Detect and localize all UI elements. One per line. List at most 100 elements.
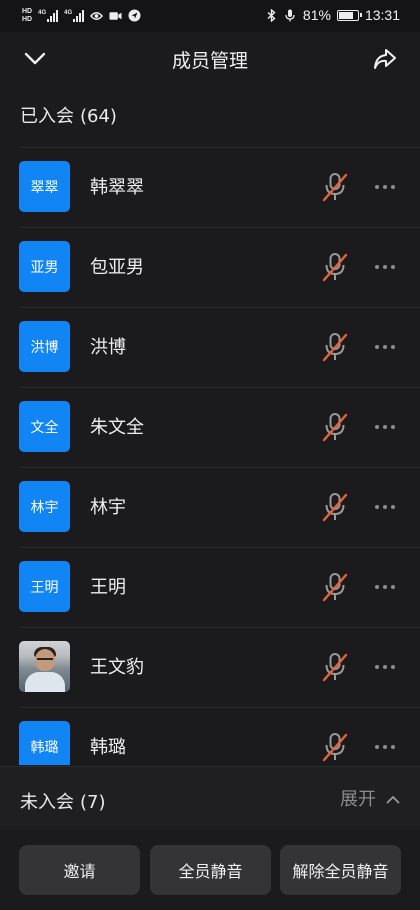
more-options-icon[interactable] [370, 415, 400, 439]
more-dot [383, 265, 387, 269]
more-dot [391, 265, 395, 269]
more-dot [383, 425, 387, 429]
member-name: 王文豹 [90, 657, 144, 678]
avatar[interactable]: 林宇 [19, 481, 70, 532]
member-name: 林宇 [90, 497, 126, 518]
more-dot [391, 345, 395, 349]
more-dot [375, 745, 379, 749]
not-joined-label: 未入会 [20, 792, 74, 813]
mute-all-button[interactable]: 全员静音 [150, 845, 271, 895]
member-row[interactable]: 韩璐 韩璐 [0, 707, 420, 765]
header: 成员管理 [0, 32, 420, 86]
mic-muted-icon[interactable] [320, 411, 350, 443]
more-dot [375, 425, 379, 429]
member-name: 朱文全 [90, 417, 144, 438]
avatar-text: 林宇 [30, 499, 59, 516]
more-options-icon[interactable] [370, 175, 400, 199]
joined-label: 已入会 [20, 106, 74, 127]
avatar[interactable]: 文全 [19, 401, 70, 452]
avatar-text: 洪博 [30, 339, 59, 356]
member-name: 韩璐 [90, 737, 126, 758]
mic-muted-icon[interactable] [320, 171, 350, 203]
hd-top-label: HD [22, 8, 33, 15]
more-dot [375, 265, 379, 269]
eye-icon [90, 9, 104, 22]
signal-bars-1-icon [47, 9, 59, 22]
bluetooth-icon [265, 8, 278, 22]
more-dot [383, 185, 387, 189]
mic-icon [284, 9, 297, 22]
mic-muted-icon[interactable] [320, 651, 350, 683]
more-options-icon[interactable] [370, 255, 400, 279]
signal-bars-2-icon [73, 9, 85, 22]
member-row[interactable]: 林宇 林宇 [0, 467, 420, 547]
expand-label: 展开 [340, 789, 376, 810]
expand-button[interactable]: 展开 [340, 785, 400, 811]
avatar[interactable]: 王明 [19, 561, 70, 612]
member-row[interactable]: 文全 朱文全 [0, 387, 420, 467]
mic-muted-icon[interactable] [320, 731, 350, 763]
more-dot [383, 745, 387, 749]
video-icon [109, 9, 122, 22]
member-list[interactable]: 翠翠 韩翠翠亚男 包亚男洪博 洪博文全 朱文全林宇 林宇王明 王明王文豹韩璐 韩璐 [0, 147, 420, 765]
signal-1: 4G [38, 9, 59, 22]
avatar[interactable]: 洪博 [19, 321, 70, 372]
more-options-icon[interactable] [370, 655, 400, 679]
more-dot [391, 745, 395, 749]
more-dot [375, 185, 379, 189]
member-name: 包亚男 [90, 257, 144, 278]
member-row[interactable]: 亚男 包亚男 [0, 227, 420, 307]
more-options-icon[interactable] [370, 335, 400, 359]
share-icon[interactable] [370, 44, 400, 74]
row-divider [20, 547, 420, 548]
more-dot [383, 345, 387, 349]
row-divider [20, 147, 420, 148]
more-dot [391, 585, 395, 589]
more-options-icon[interactable] [370, 495, 400, 519]
invite-button[interactable]: 邀请 [19, 845, 140, 895]
page-title: 成员管理 [171, 50, 248, 72]
avatar[interactable]: 亚男 [19, 241, 70, 292]
more-options-icon[interactable] [370, 735, 400, 759]
status-left: HD HD 4G 4G [22, 8, 141, 23]
network-type-2: 4G [64, 9, 73, 16]
more-options-icon[interactable] [370, 575, 400, 599]
member-name: 洪博 [90, 337, 126, 358]
battery-percent: 81% [302, 7, 331, 23]
member-row[interactable]: 王文豹 [0, 627, 420, 707]
member-name: 韩翠翠 [90, 177, 144, 198]
member-row[interactable]: 王明 王明 [0, 547, 420, 627]
joined-count: (64) [80, 106, 117, 127]
mic-muted-icon[interactable] [320, 491, 350, 523]
clock: 13:31 [364, 7, 400, 23]
hd-bottom-label: HD [22, 16, 33, 23]
more-dot [391, 425, 395, 429]
hd-indicator: HD HD [22, 8, 32, 23]
mic-muted-icon[interactable] [320, 571, 350, 603]
avatar[interactable]: 翠翠 [19, 161, 70, 212]
bottom-action-bar: 邀请 全员静音 解除全员静音 [0, 830, 420, 910]
more-dot [375, 585, 379, 589]
member-row[interactable]: 洪博 洪博 [0, 307, 420, 387]
not-joined-section[interactable]: 未入会 (7) 展开 [0, 766, 420, 831]
status-right: 81% 13:31 [265, 7, 400, 23]
avatar-text: 翠翠 [30, 179, 59, 196]
unmute-all-button[interactable]: 解除全员静音 [280, 845, 401, 895]
avatar-text: 文全 [30, 419, 59, 436]
member-row[interactable]: 翠翠 韩翠翠 [0, 147, 420, 227]
mic-muted-icon[interactable] [320, 251, 350, 283]
avatar[interactable] [19, 641, 70, 692]
joined-section-title: 已入会 (64) [20, 102, 117, 128]
row-divider [20, 307, 420, 308]
more-dot [383, 585, 387, 589]
not-joined-title: 未入会 (7) [20, 788, 106, 814]
member-name: 王明 [90, 577, 126, 598]
more-dot [375, 665, 379, 669]
more-dot [391, 185, 395, 189]
avatar[interactable]: 韩璐 [19, 721, 70, 765]
mic-muted-icon[interactable] [320, 331, 350, 363]
more-dot [383, 665, 387, 669]
more-dot [375, 345, 379, 349]
avatar-photo-body [25, 672, 65, 692]
avatar-photo-glasses [37, 658, 53, 664]
